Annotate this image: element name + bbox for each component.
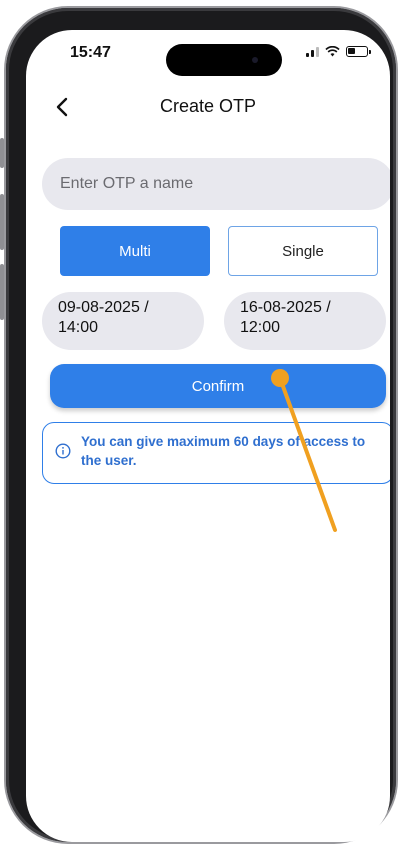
info-message: You can give maximum 60 days of access t… <box>81 434 366 468</box>
signal-icon <box>306 46 319 57</box>
mode-multi-button[interactable]: Multi <box>60 226 210 276</box>
confirm-button[interactable]: Confirm <box>50 364 386 408</box>
action-button <box>0 138 4 168</box>
volume-up-button <box>0 194 4 250</box>
volume-down-button <box>0 264 4 320</box>
start-date-picker[interactable]: 09-08-2025 / 14:00 <box>42 292 204 350</box>
dynamic-island <box>166 44 282 76</box>
page-title: Create OTP <box>159 96 257 116</box>
phone-frame: 15:47 Create OTP Multi Single 09-08-2025… <box>0 8 396 842</box>
info-banner: You can give maximum 60 days of access t… <box>42 422 390 484</box>
app-screen: 15:47 Create OTP Multi Single 09-08-2025… <box>26 30 390 842</box>
battery-icon <box>346 46 371 57</box>
mode-single-button[interactable]: Single <box>228 226 378 276</box>
otp-name-input[interactable] <box>42 158 390 210</box>
status-time: 15:47 <box>70 44 111 61</box>
wifi-icon <box>325 46 340 57</box>
info-icon <box>55 443 71 459</box>
status-icons <box>306 46 371 57</box>
end-date-picker[interactable]: 16-08-2025 / 12:00 <box>224 292 386 350</box>
